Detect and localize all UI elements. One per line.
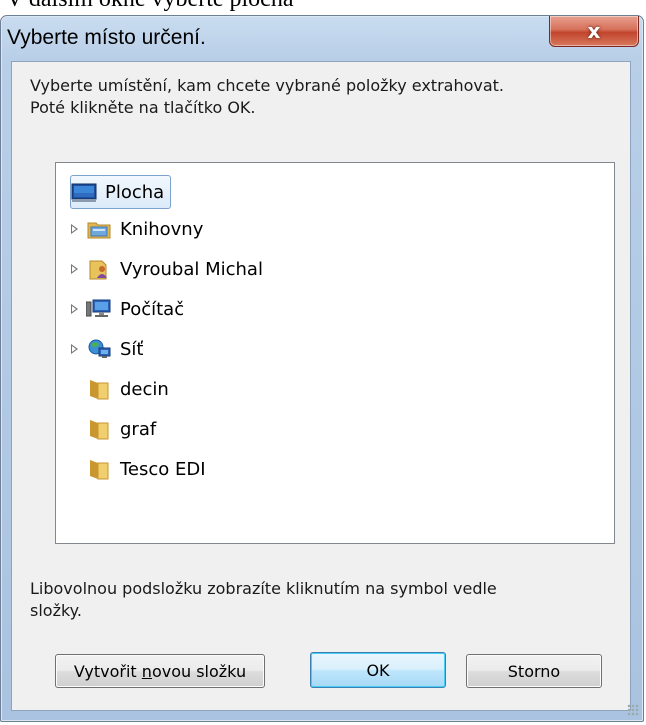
- tree-item-graf[interactable]: graf: [86, 413, 160, 445]
- libraries-icon: [86, 218, 112, 240]
- hint-line-2: složky.: [30, 601, 82, 620]
- new-folder-button[interactable]: Vytvořit n ovou složku: [55, 654, 265, 688]
- folder-icon: [86, 378, 112, 400]
- dialog-title: Vyberte místo určení.: [7, 26, 206, 49]
- tree-item-vyroubal-michal[interactable]: Vyroubal Michal: [70, 253, 267, 285]
- cancel-button[interactable]: Storno: [466, 654, 602, 688]
- folder-tree[interactable]: Plocha Knihovny Vyroubal Michal Počítač …: [55, 162, 615, 544]
- tree-item-label: Knihovny: [120, 218, 204, 240]
- tree-item-tesco-edi[interactable]: Tesco EDI: [86, 453, 210, 485]
- tree-item-label: decin: [120, 378, 169, 400]
- hint-text: Libovolnou podsložku zobrazíte kliknutím…: [30, 578, 620, 622]
- tree-item-label: Plocha: [105, 181, 165, 203]
- ok-button[interactable]: OK: [310, 652, 446, 688]
- desktop-icon: [71, 181, 97, 203]
- title-bar[interactable]: Vyberte místo určení. x: [1, 16, 643, 64]
- tree-item-sit[interactable]: Síť: [70, 333, 147, 365]
- new-folder-label-post: ovou složku: [151, 661, 247, 681]
- folder-icon: [86, 458, 112, 480]
- close-button[interactable]: x: [549, 16, 639, 47]
- page-caption: V dalším okně vyberte plocha: [6, 0, 293, 13]
- tree-item-label: graf: [120, 418, 157, 440]
- new-folder-label-pre: Vytvořit: [73, 661, 142, 681]
- tree-item-label: Vyroubal Michal: [120, 258, 263, 280]
- resize-grip[interactable]: [627, 704, 639, 716]
- new-folder-accelerator: n: [141, 661, 152, 681]
- tree-item-label: Síť: [120, 338, 144, 360]
- folder-icon: [86, 418, 112, 440]
- expand-arrow-icon[interactable]: [70, 223, 80, 235]
- tree-item-label: Tesco EDI: [120, 458, 206, 480]
- expand-arrow-icon[interactable]: [70, 343, 80, 355]
- tree-item-label: Počítač: [120, 298, 185, 320]
- tree-item-plocha[interactable]: Plocha: [70, 175, 172, 209]
- expand-arrow-icon[interactable]: [70, 303, 80, 315]
- tree-item-decin[interactable]: decin: [86, 373, 173, 405]
- computer-icon: [85, 298, 112, 320]
- cancel-label: Storno: [507, 661, 561, 681]
- ok-label: OK: [366, 660, 390, 680]
- tree-item-knihovny[interactable]: Knihovny: [70, 213, 207, 245]
- user-folder-icon: [86, 258, 112, 280]
- close-icon: x: [587, 19, 601, 43]
- tree-item-pocitac[interactable]: Počítač: [70, 293, 188, 325]
- instruction-line-2: Poté klikněte na tlačítko OK.: [30, 98, 256, 117]
- network-icon: [86, 338, 112, 360]
- expand-arrow-icon[interactable]: [70, 263, 80, 275]
- instruction-line-1: Vyberte umístění, kam chcete vybrané pol…: [30, 76, 505, 95]
- instruction-text: Vyberte umístění, kam chcete vybrané pol…: [30, 75, 620, 119]
- hint-line-1: Libovolnou podsložku zobrazíte kliknutím…: [30, 579, 497, 598]
